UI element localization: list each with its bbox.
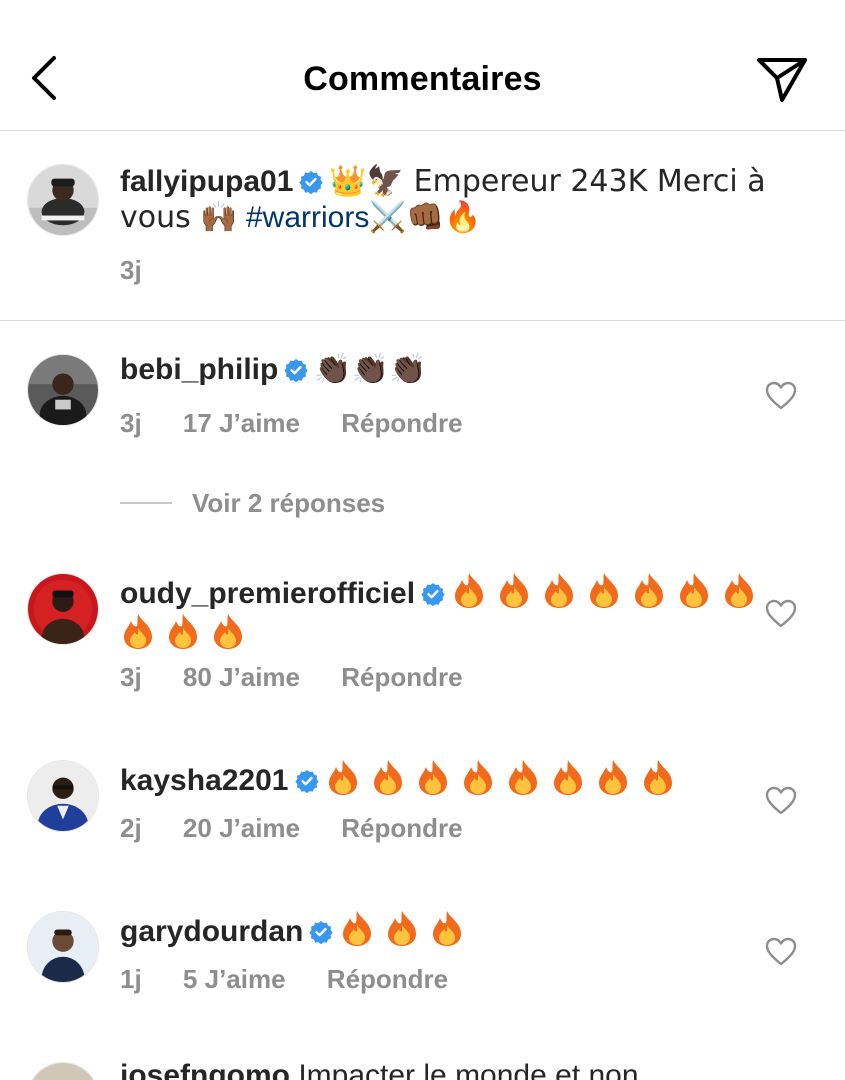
timestamp: 3j xyxy=(120,662,142,692)
header: Commentaires xyxy=(0,0,845,131)
fire-emoji xyxy=(460,758,496,796)
verified-badge-icon xyxy=(294,770,319,793)
heart-icon xyxy=(765,381,797,410)
fire-emoji xyxy=(676,571,712,609)
likes-count[interactable]: 17 J’aime xyxy=(183,408,300,438)
comment-text: josefngomo Impacter le monde et non xyxy=(120,1058,810,1080)
verified-badge-icon xyxy=(309,921,333,944)
timestamp: 1j xyxy=(120,964,142,994)
avatar[interactable] xyxy=(27,354,99,426)
comment-meta: 3j 17 J’aime Répondre xyxy=(120,408,497,439)
fire-emoji xyxy=(550,758,586,796)
fire-emoji xyxy=(640,758,676,796)
avatar[interactable] xyxy=(27,911,99,983)
heart-icon xyxy=(765,937,797,966)
fire-emoji xyxy=(325,758,361,796)
comment-username[interactable]: kaysha2201 xyxy=(120,764,289,797)
like-button[interactable] xyxy=(765,786,797,816)
fire-emoji xyxy=(451,571,487,609)
avatar[interactable] xyxy=(27,760,99,832)
comment-username[interactable]: garydourdan xyxy=(120,915,303,948)
view-replies-button[interactable]: Voir 2 réponses xyxy=(120,488,385,524)
reply-button[interactable]: Répondre xyxy=(327,964,448,994)
comment-username[interactable]: bebi_philip xyxy=(120,353,278,386)
avatar[interactable] xyxy=(27,164,99,236)
like-button[interactable] xyxy=(765,599,797,629)
comment-text: oudy_premierofficiel xyxy=(120,571,810,653)
view-replies-label: Voir 2 réponses xyxy=(192,488,386,518)
caption-meta: 3j xyxy=(120,255,176,286)
like-button[interactable] xyxy=(765,381,797,411)
post-caption: fallyipupa01 👑🦅 Empereur 243K Merci à vou… xyxy=(0,131,845,321)
likes-count[interactable]: 80 J’aime xyxy=(183,662,300,692)
comment-text: bebi_philip 👏🏿👏🏿👏🏿 xyxy=(120,352,810,388)
fire-emoji xyxy=(496,571,532,609)
comment-meta: 3j 80 J’aime Répondre xyxy=(120,662,497,693)
fire-emoji xyxy=(631,571,667,609)
page-title: Commentaires xyxy=(303,60,542,98)
fire-emojis xyxy=(339,911,474,948)
comment-text: kaysha2201 xyxy=(120,758,810,799)
fire-emoji xyxy=(541,571,577,609)
fire-emoji xyxy=(210,612,246,650)
avatar[interactable] xyxy=(27,573,99,645)
fire-emoji xyxy=(429,909,465,947)
comment-username[interactable]: oudy_premierofficiel xyxy=(120,577,415,610)
heart-icon xyxy=(765,599,797,628)
fire-emoji xyxy=(165,612,201,650)
reply-button[interactable]: Répondre xyxy=(341,408,462,438)
reply-button[interactable]: Répondre xyxy=(341,662,462,692)
likes-count[interactable]: 5 J’aime xyxy=(183,964,286,994)
fire-emojis xyxy=(325,760,685,797)
fire-emoji xyxy=(586,571,622,609)
comment-body: 👏🏿👏🏿👏🏿 xyxy=(314,352,427,387)
fire-emoji xyxy=(370,758,406,796)
fire-emoji xyxy=(120,612,156,650)
like-button[interactable] xyxy=(765,937,797,967)
fire-emoji xyxy=(339,909,375,947)
heart-icon xyxy=(765,786,797,815)
timestamp: 2j xyxy=(120,813,142,843)
caption-text: fallyipupa01 👑🦅 Empereur 243K Merci à vou… xyxy=(120,164,810,236)
fire-emoji xyxy=(415,758,451,796)
comment-meta: 2j 20 J’aime Répondre xyxy=(120,813,497,844)
caption-emojis: ⚔️👊🏾 xyxy=(369,200,445,235)
comment-username[interactable]: josefngomo xyxy=(120,1059,290,1080)
likes-count[interactable]: 20 J’aime xyxy=(183,813,300,843)
fire-emoji xyxy=(384,909,420,947)
verified-badge-icon xyxy=(284,359,308,382)
comment-meta: 1j 5 J’aime Répondre xyxy=(120,964,482,995)
verified-badge-icon xyxy=(421,583,445,606)
timestamp: 3j xyxy=(120,255,142,285)
fire-emoji xyxy=(721,571,757,609)
comment-body: Impacter le monde et non xyxy=(298,1059,639,1080)
paper-plane-icon xyxy=(757,58,807,102)
comment-text: garydourdan xyxy=(120,909,810,950)
share-button[interactable] xyxy=(755,54,809,104)
reply-button[interactable]: Répondre xyxy=(341,813,462,843)
hashtag-link[interactable]: #warriors xyxy=(246,201,369,234)
fire-emoji xyxy=(595,758,631,796)
fire-emoji xyxy=(505,758,541,796)
verified-badge-icon xyxy=(299,171,324,194)
timestamp: 3j xyxy=(120,408,142,438)
caption-username[interactable]: fallyipupa01 xyxy=(120,165,293,198)
avatar[interactable] xyxy=(27,1062,99,1080)
replies-divider xyxy=(120,502,172,504)
fire-emoji: 🔥 xyxy=(444,200,482,235)
